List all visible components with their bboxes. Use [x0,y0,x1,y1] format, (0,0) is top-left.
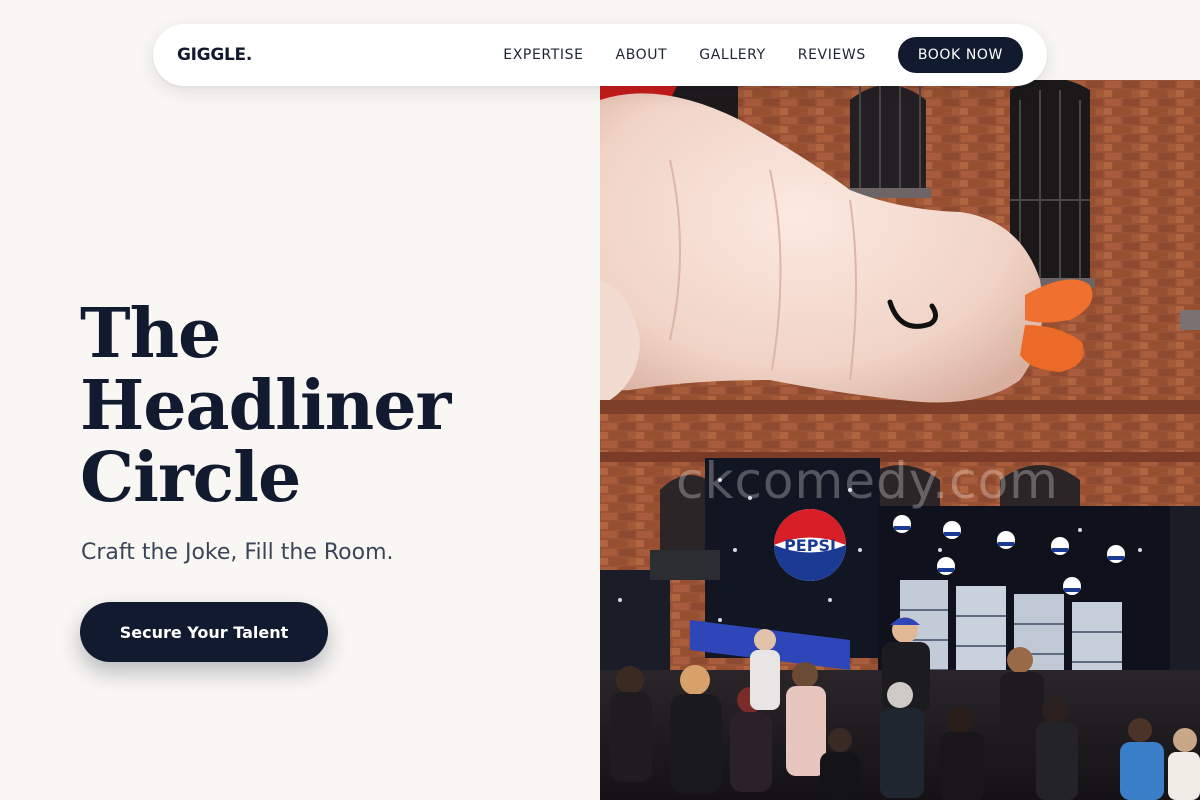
nav-link-expertise[interactable]: EXPERTISE [503,47,583,63]
brand-logo[interactable]: GIGGLE. [177,45,252,65]
event-scene-illustration: PEPSI [600,80,1200,800]
hero-title-line: Circle [80,438,301,518]
nav-link-about[interactable]: ABOUT [616,47,668,63]
secure-talent-button[interactable]: Secure Your Talent [80,602,328,662]
hero-title: The Headliner Circle [80,298,560,514]
top-navbar: GIGGLE. EXPERTISE ABOUT GALLERY REVIEWS … [153,24,1047,86]
book-now-button[interactable]: BOOK NOW [897,37,1023,73]
hero-subtitle: Craft the Joke, Fill the Room. [81,540,394,565]
nav-links: EXPERTISE ABOUT GALLERY REVIEWS BOOK NOW [503,37,1023,73]
hero-title-line: The [80,294,221,374]
hero-photo: PEPSI [600,80,1200,800]
pepsi-sign: PEPSI [774,509,846,581]
hero-title-line: Headliner [80,366,451,446]
nav-link-reviews[interactable]: REVIEWS [798,47,866,63]
pepsi-sign-text: PEPSI [784,536,836,555]
nav-link-gallery[interactable]: GALLERY [699,47,765,63]
